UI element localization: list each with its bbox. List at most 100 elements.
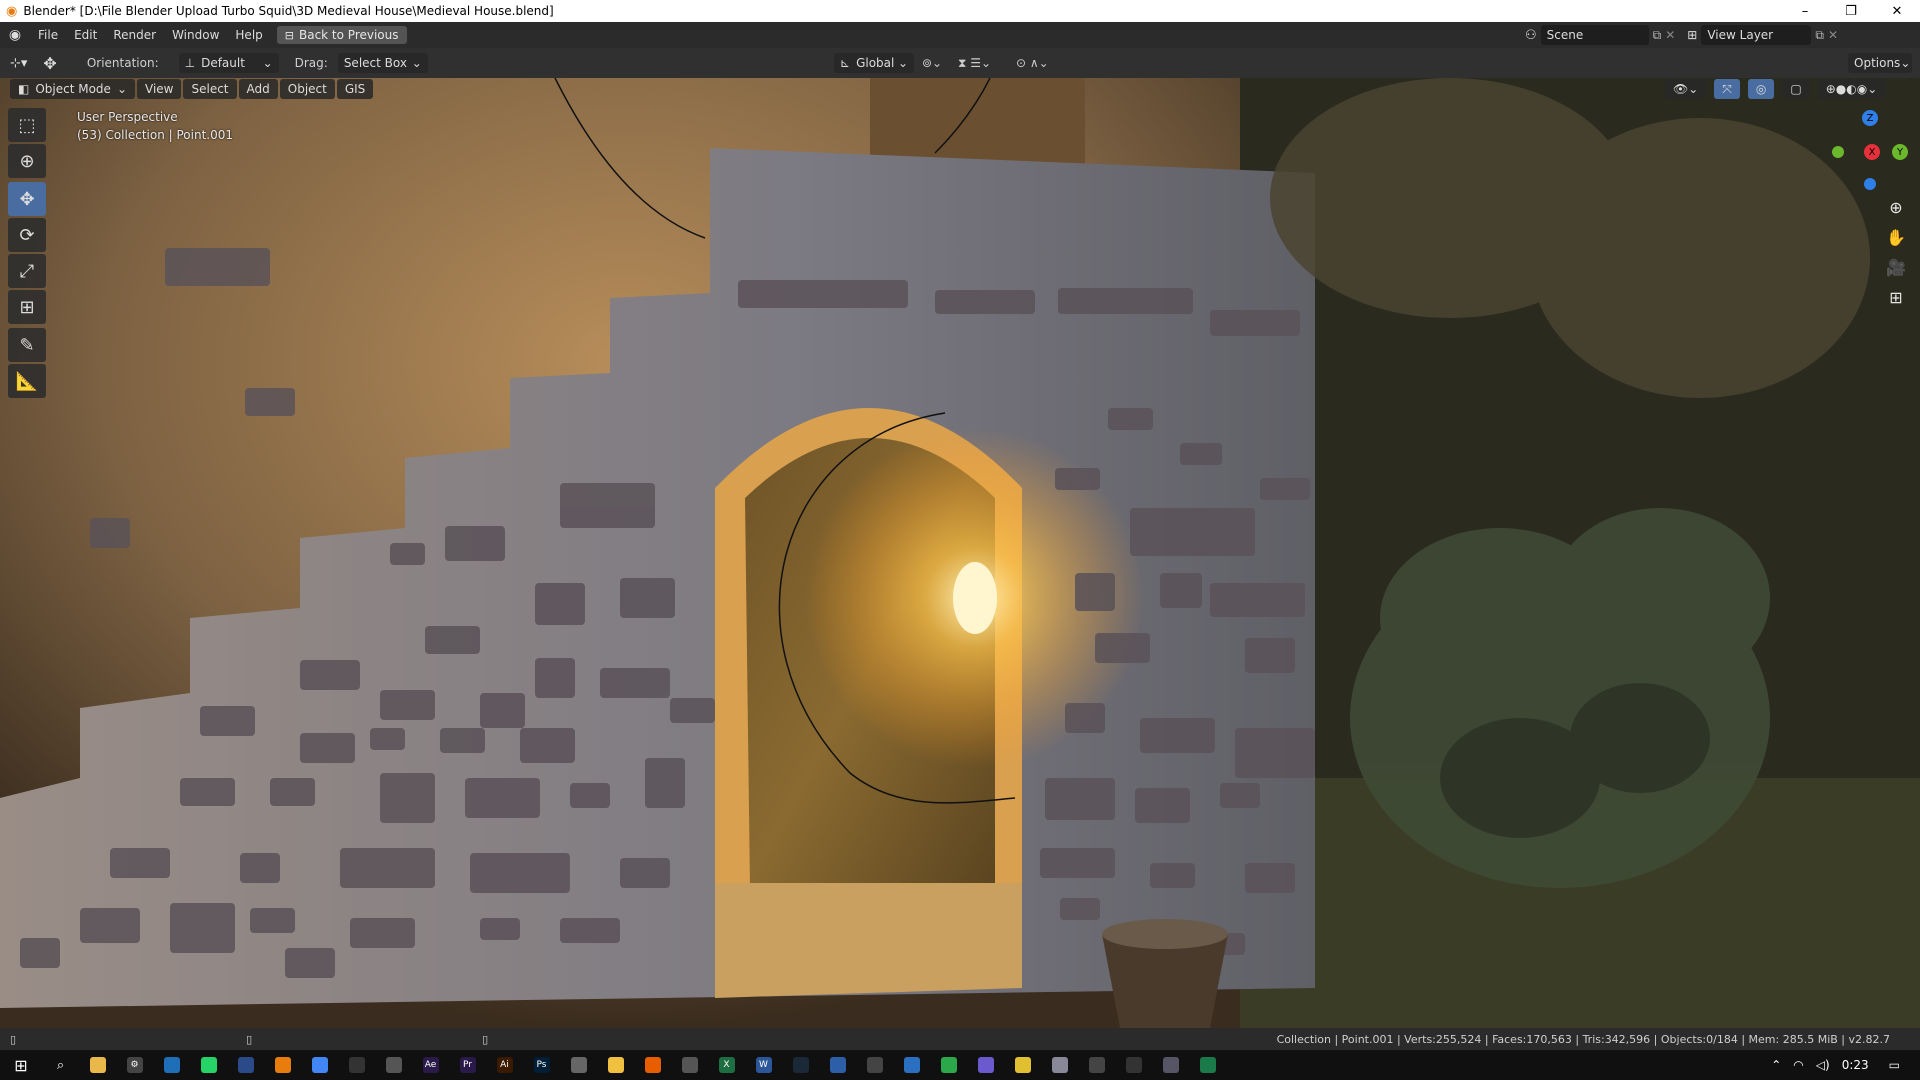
taskbar-app-ring-icon[interactable]	[856, 1050, 893, 1080]
taskbar-app-blue-icon[interactable]	[153, 1050, 190, 1080]
viewport-menu-gis[interactable]: GIS	[336, 79, 374, 99]
menu-window[interactable]: Window	[164, 22, 227, 48]
menu-edit[interactable]: Edit	[66, 22, 105, 48]
menu-render[interactable]: Render	[105, 22, 164, 48]
taskbar-file-explorer-icon[interactable]	[79, 1050, 116, 1080]
taskbar-app-window-icon[interactable]	[1152, 1050, 1189, 1080]
transform-tool-icon[interactable]: ⊞	[8, 290, 46, 324]
taskbar-photoshop-icon[interactable]: Ps	[523, 1050, 560, 1080]
taskbar-premiere-icon[interactable]: Pr	[449, 1050, 486, 1080]
tray-chevron-up-icon[interactable]: ⌃	[1771, 1058, 1781, 1072]
blender-menu-icon[interactable]: ◉	[0, 27, 30, 43]
shading-modes-icon[interactable]: ⊕●◐◉⌄	[1817, 79, 1886, 99]
drag-dropdown[interactable]: Select Box ⌄	[337, 53, 428, 73]
overlay-toggle-icon[interactable]: ◎	[1747, 79, 1775, 99]
measure-tool-icon[interactable]: 📐	[8, 364, 46, 398]
scene-name-field[interactable]: Scene	[1540, 25, 1649, 45]
select-box-tool-icon[interactable]: ⬚	[8, 108, 46, 142]
editor-type-icon[interactable]: ⊹▾	[10, 56, 27, 71]
taskbar-word-icon[interactable]: W	[745, 1050, 782, 1080]
taskbar-blender-icon[interactable]	[264, 1050, 301, 1080]
taskbar-app-yellow2-icon[interactable]	[1004, 1050, 1041, 1080]
gizmo-x-axis[interactable]: X	[1864, 144, 1880, 160]
cursor-tool-icon[interactable]: ⊕	[8, 144, 46, 178]
proportional-edit-icon[interactable]: ⊙ ∧⌄	[1016, 56, 1049, 70]
close-button[interactable]: ✕	[1874, 0, 1920, 22]
taskbar-app-tool-icon[interactable]	[375, 1050, 412, 1080]
view-layer-field[interactable]: View Layer	[1701, 25, 1812, 45]
rotate-tool-icon[interactable]: ⟳	[8, 218, 46, 252]
search-icon[interactable]: ⌕	[42, 1050, 79, 1080]
annotate-tool-icon[interactable]: ✎	[8, 328, 46, 362]
viewport-menu-select[interactable]: Select	[183, 79, 237, 99]
taskbar-app-box-icon[interactable]	[893, 1050, 930, 1080]
wifi-icon[interactable]: ◠	[1793, 1058, 1803, 1072]
new-view-layer-icon[interactable]: ⧉	[1815, 28, 1824, 43]
taskbar-illustrator-icon[interactable]: Ai	[486, 1050, 523, 1080]
visibility-icon[interactable]: 👁⌄	[1665, 79, 1707, 99]
app-active-glyph	[1199, 1057, 1216, 1073]
scene-icon[interactable]: ⚇	[1525, 28, 1537, 43]
xray-toggle-icon[interactable]: ▢	[1782, 79, 1810, 99]
zoom-icon[interactable]: ⊕	[1884, 195, 1908, 219]
gizmo-y-label: Y	[1896, 146, 1904, 158]
taskbar-vlc-icon[interactable]	[634, 1050, 671, 1080]
chevron-down-icon: ⌄	[262, 56, 273, 70]
orientation-dropdown[interactable]: ⊥ Default ⌄	[178, 53, 279, 73]
transform-orientation-dropdown[interactable]: ⊾ Global ⌄	[834, 53, 914, 73]
taskbar-app-dark-icon[interactable]	[227, 1050, 264, 1080]
camera-view-icon[interactable]: 🎥	[1884, 255, 1908, 279]
volume-icon[interactable]: ◁)	[1816, 1058, 1830, 1072]
viewport-menu-view[interactable]: View	[137, 79, 182, 99]
taskbar-terminal-icon[interactable]	[338, 1050, 375, 1080]
scene-render	[0, 78, 1920, 1028]
options-dropdown[interactable]: Options ⌄	[1848, 53, 1912, 73]
scale-tool-icon[interactable]: ⤢	[8, 254, 46, 288]
snap-icon[interactable]: ⧗ ☰⌄	[958, 56, 991, 71]
notification-icon[interactable]: ▭	[1889, 1058, 1900, 1072]
taskbar-app-file-icon[interactable]	[1041, 1050, 1078, 1080]
gizmo-z-axis[interactable]: Z	[1862, 110, 1878, 126]
gizmo-y-axis[interactable]: Y	[1892, 144, 1908, 160]
taskbar-steam-icon[interactable]	[782, 1050, 819, 1080]
taskbar-calculator-icon[interactable]	[1078, 1050, 1115, 1080]
clock-time[interactable]: 0:23	[1842, 1058, 1869, 1072]
taskbar-app-circle-icon[interactable]	[671, 1050, 708, 1080]
remove-scene-icon[interactable]: ✕	[1665, 28, 1675, 42]
object-mode-dropdown[interactable]: ◧ Object Mode ⌄	[10, 79, 135, 99]
pivot-icon[interactable]: ⊚⌄	[922, 56, 942, 70]
navigation-gizmo[interactable]: Z X Y	[1820, 108, 1910, 198]
taskbar-app-yellow-icon[interactable]	[597, 1050, 634, 1080]
gizmo-neg-z-axis[interactable]	[1864, 178, 1876, 190]
chevron-down-icon: ⌄	[411, 56, 422, 70]
back-to-previous-button[interactable]: ⊟ Back to Previous	[276, 26, 407, 44]
taskbar-app-purple-icon[interactable]	[967, 1050, 1004, 1080]
taskbar-app-shield-icon[interactable]	[1115, 1050, 1152, 1080]
move-tool-button-icon[interactable]: ✥	[8, 182, 46, 216]
taskbar-after-effects-icon[interactable]: Ae	[412, 1050, 449, 1080]
taskbar-app-active-icon[interactable]	[1189, 1050, 1226, 1080]
taskbar-whatsapp-icon[interactable]	[190, 1050, 227, 1080]
taskbar-app-blue2-icon[interactable]	[819, 1050, 856, 1080]
taskbar-app-gray-icon[interactable]	[560, 1050, 597, 1080]
viewport-menu-object[interactable]: Object	[279, 79, 335, 99]
remove-view-layer-icon[interactable]: ✕	[1828, 28, 1838, 42]
taskbar-chrome-icon[interactable]	[301, 1050, 338, 1080]
start-button-icon[interactable]: ⊞	[0, 1050, 42, 1080]
gizmo-toggle-icon[interactable]: ⤧	[1714, 79, 1740, 99]
viewport-menu-add[interactable]: Add	[238, 79, 278, 99]
gizmo-neg-y-axis[interactable]	[1832, 146, 1844, 158]
minimize-button[interactable]: –	[1782, 0, 1828, 22]
taskbar-settings-icon[interactable]: ⚙	[116, 1050, 153, 1080]
pan-hand-icon[interactable]: ✋	[1884, 225, 1908, 249]
ortho-grid-icon[interactable]: ⊞	[1884, 285, 1908, 309]
menu-help[interactable]: Help	[227, 22, 270, 48]
maximize-button[interactable]: ❐	[1828, 0, 1874, 22]
view-layer-icon[interactable]: ⊞	[1687, 28, 1697, 42]
taskbar-excel-icon[interactable]: X	[708, 1050, 745, 1080]
word-glyph: W	[755, 1057, 772, 1073]
new-scene-icon[interactable]: ⧉	[1653, 28, 1662, 43]
menu-file[interactable]: File	[30, 22, 66, 48]
taskbar-app-green-icon[interactable]	[930, 1050, 967, 1080]
3d-viewport[interactable]	[0, 78, 1920, 1028]
